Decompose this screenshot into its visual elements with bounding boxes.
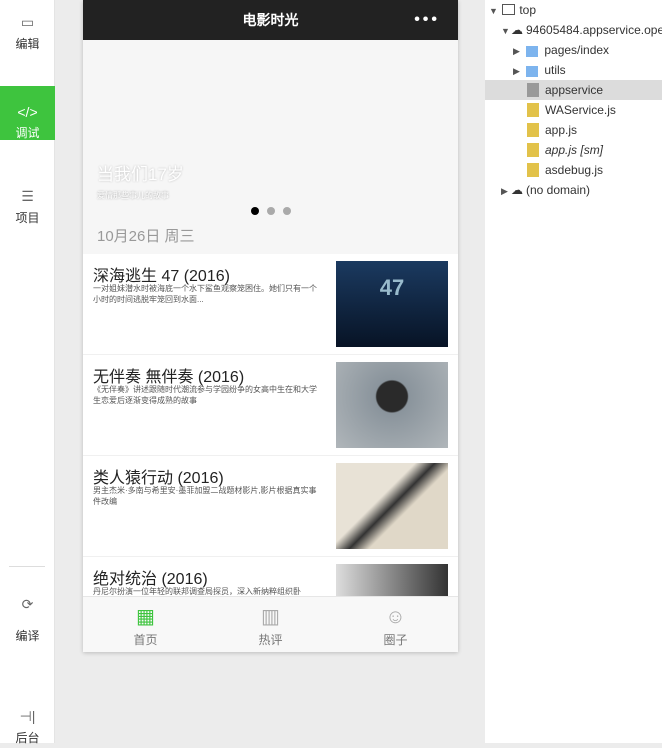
sources-tree: ▼ top ▼☁ 94605484.appservice.open ▶ pages… xyxy=(485,0,662,743)
tree-node-folder[interactable]: ▶ utils xyxy=(485,60,662,80)
phone-simulator: 电影时光 ••• 当我们17岁 爱情那些事儿的故事 10月26日 周三 深海逃生 … xyxy=(83,0,458,652)
tree-node-top[interactable]: ▼ top xyxy=(485,0,662,20)
indicator-dot[interactable] xyxy=(251,207,259,215)
tree-node-file[interactable]: appservice xyxy=(485,80,662,100)
js-file-icon xyxy=(527,163,539,177)
tree-node-folder[interactable]: ▶ pages/index xyxy=(485,40,662,60)
tool-sidebar: ▭ 编辑 </> 调试 ☰ 项目 ⟳ 编译 ⊣| 后台 xyxy=(0,0,55,745)
nav-bar: 电影时光 ••• xyxy=(83,0,458,40)
movie-desc: 男主杰米·多南与希里安·墨菲加盟二战题材影片,影片根据真实事件改编 xyxy=(93,486,317,506)
cloud-icon: ☁ xyxy=(511,183,523,197)
menu-icon: ☰ xyxy=(21,188,34,204)
compile-button[interactable]: ⟳ 编译 xyxy=(0,596,55,666)
debug-button[interactable]: </> 调试 xyxy=(0,86,55,140)
movie-item[interactable]: 类人猿行动 (2016) 男主杰米·多南与希里安·墨菲加盟二战题材影片,影片根据真… xyxy=(83,456,458,557)
js-file-icon xyxy=(527,123,539,137)
tab-circle[interactable]: ☺ 圈子 xyxy=(333,597,458,652)
movie-desc: 《无伴奏》讲述跟随时代潮流参与学园纷争的女高中生在和大学生恋爱后逐渐变得成熟的故… xyxy=(93,385,317,405)
movie-poster xyxy=(336,362,448,448)
tree-node-domain[interactable]: ▼☁ 94605484.appservice.open xyxy=(485,20,662,40)
swiper-indicator xyxy=(251,202,299,220)
indicator-dot[interactable] xyxy=(283,207,291,215)
more-icon[interactable]: ••• xyxy=(414,0,440,40)
movie-poster: 47 xyxy=(336,261,448,347)
movie-item[interactable]: 深海逃生 47 (2016) 一对姐妹潜水时被海底一个水下鲨鱼观察笼困住。她们只有… xyxy=(83,254,458,355)
tree-node-file[interactable]: app.js [sm] xyxy=(485,140,662,160)
movie-item[interactable]: 无伴奏 無伴奏 (2016) 《无伴奏》讲述跟随时代潮流参与学园纷争的女高中生在和… xyxy=(83,355,458,456)
cloud-icon: ☁ xyxy=(511,23,523,37)
page-title: 电影时光 xyxy=(242,12,299,28)
date-label: 10月26日 周三 xyxy=(83,220,458,254)
tree-node-file[interactable]: asdebug.js xyxy=(485,160,662,180)
project-button[interactable]: ☰ 项目 xyxy=(0,188,55,228)
divider xyxy=(9,566,45,567)
tree-node-nodomain[interactable]: ▶ ☁ (no domain) xyxy=(485,180,662,200)
tab-reviews[interactable]: ▥ 热评 xyxy=(208,597,333,652)
users-icon: ☺ xyxy=(385,606,406,628)
js-file-icon xyxy=(527,143,539,157)
grid-icon: ▦ xyxy=(136,606,155,628)
banner-subtitle: 爱情那些事儿的故事 xyxy=(97,191,169,200)
background-button[interactable]: ⊣| 后台 xyxy=(0,708,55,748)
movie-desc: 一对姐妹潜水时被海底一个水下鲨鱼观察笼困住。她们只有一个小时的时间逃脱牢笼回到水… xyxy=(93,284,317,304)
js-file-icon xyxy=(527,103,539,117)
code-icon: </> xyxy=(17,104,38,120)
tree-node-file[interactable]: WAService.js xyxy=(485,100,662,120)
frame-icon xyxy=(502,4,516,15)
compile-icon: ⟳ xyxy=(21,596,34,612)
banner-swiper[interactable]: 当我们17岁 爱情那些事儿的故事 xyxy=(83,40,458,220)
tab-home[interactable]: ▦ 首页 xyxy=(83,597,208,652)
tab-bar: ▦ 首页 ▥ 热评 ☺ 圈子 xyxy=(83,596,458,652)
background-icon: ⊣| xyxy=(19,708,36,724)
folder-icon xyxy=(526,66,539,77)
code-window-icon: ▭ xyxy=(20,14,35,30)
banner-title: 当我们17岁 xyxy=(97,165,184,184)
movie-poster xyxy=(336,463,448,549)
file-icon xyxy=(527,83,539,97)
tree-node-file[interactable]: app.js xyxy=(485,120,662,140)
indicator-dot[interactable] xyxy=(267,207,275,215)
bar-chart-icon: ▥ xyxy=(261,606,280,628)
folder-icon xyxy=(526,46,539,57)
edit-button[interactable]: ▭ 编辑 xyxy=(0,14,55,74)
